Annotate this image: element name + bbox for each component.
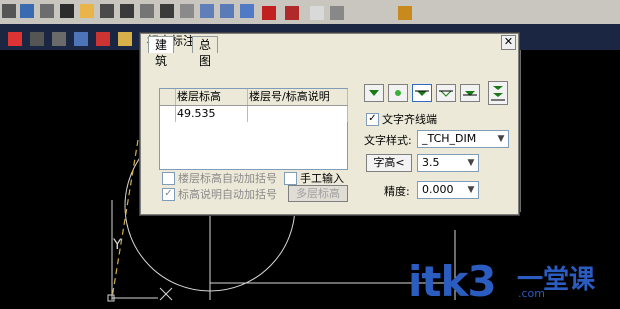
tool-icon[interactable] [285,6,299,20]
tool-icon[interactable] [40,4,54,18]
tool-icon[interactable] [8,32,22,46]
style-triangle-line-icon[interactable] [412,84,432,102]
tool-icon[interactable] [60,4,74,18]
cad-ucs-y-label: Y [113,237,122,253]
table-row[interactable]: 49.535 [160,106,348,122]
style-half-triangle-icon[interactable] [460,84,480,102]
text-height-pick-button[interactable]: 字高< [366,154,412,172]
precision-value: 0.000 [422,183,454,196]
chevron-down-icon: ▼ [467,185,475,195]
tool-icon[interactable] [120,4,134,18]
checkbox-box [162,171,175,185]
elevation-grid[interactable]: 楼层标高 楼层号/标高说明 49.535 [159,88,348,170]
tab-architecture[interactable]: 建筑 [148,36,175,68]
text-align-end-label: 文字齐线端 [382,113,437,126]
text-style-label: 文字样式: [364,134,412,147]
tool-icon[interactable] [80,4,94,18]
tool-icon[interactable] [100,4,114,18]
tool-icon[interactable] [310,6,324,20]
close-button[interactable]: ✕ [501,35,516,50]
checkbox-box: ✓ [162,187,175,201]
precision-select[interactable]: 0.000 ▼ [417,181,479,199]
checkbox-box [284,171,297,185]
multi-level-button[interactable]: 多层标高 [288,185,348,202]
style-open-triangle-icon[interactable] [436,84,456,102]
watermark-bottom-text: .com [518,287,545,300]
text-height-select[interactable]: 3.5 ▼ [417,154,479,172]
tool-icon[interactable] [20,4,34,18]
style-circle-icon[interactable] [388,84,408,102]
cell-note[interactable] [246,106,348,122]
tool-icon[interactable] [118,32,132,46]
tool-icon[interactable] [262,6,276,20]
text-align-end-checkbox[interactable]: ✓ 文字齐线端 [366,111,437,127]
tool-icon[interactable] [200,4,214,18]
tool-icon[interactable] [180,4,194,18]
text-style-value: _TCH_DIM [422,132,477,145]
tool-icon[interactable] [220,4,234,18]
chevron-down-icon: ▼ [467,158,475,168]
style-multi-level-icon[interactable] [488,81,508,105]
text-height-value: 3.5 [422,156,440,169]
grid-col-note: 楼层号/标高说明 [246,89,348,105]
tool-icon[interactable] [74,32,88,46]
checkbox-box: ✓ [366,112,379,126]
tool-icon[interactable] [140,4,154,18]
watermark-logo: itk3 [408,257,497,306]
grid-col-level: 楼层标高 [174,89,248,105]
manual-input-label: 手工输入 [300,172,344,185]
chevron-down-icon: ▼ [497,134,505,144]
auto-note-bracket-checkbox[interactable]: ✓ 标高说明自动加括号 [162,186,277,202]
tab-site[interactable]: 总图 [192,36,219,68]
auto-floor-bracket-label: 楼层标高自动加括号 [178,172,277,185]
auto-floor-bracket-checkbox[interactable]: 楼层标高自动加括号 [162,170,277,186]
tool-icon[interactable] [330,6,344,20]
tool-icon[interactable] [240,4,254,18]
tool-icon[interactable] [160,4,174,18]
tool-icon[interactable] [52,32,66,46]
precision-label: 精度: [384,185,410,198]
auto-note-bracket-label: 标高说明自动加括号 [178,188,277,201]
cell-level[interactable]: 49.535 [174,106,248,122]
style-triangle-icon[interactable] [364,84,384,102]
tool-icon[interactable] [2,4,16,18]
grid-header: 楼层标高 楼层号/标高说明 [160,89,348,106]
text-style-select[interactable]: _TCH_DIM ▼ [417,130,509,148]
tool-icon[interactable] [96,32,110,46]
tool-icon[interactable] [398,6,412,20]
manual-input-checkbox[interactable]: 手工输入 [284,170,344,186]
tool-icon[interactable] [30,32,44,46]
